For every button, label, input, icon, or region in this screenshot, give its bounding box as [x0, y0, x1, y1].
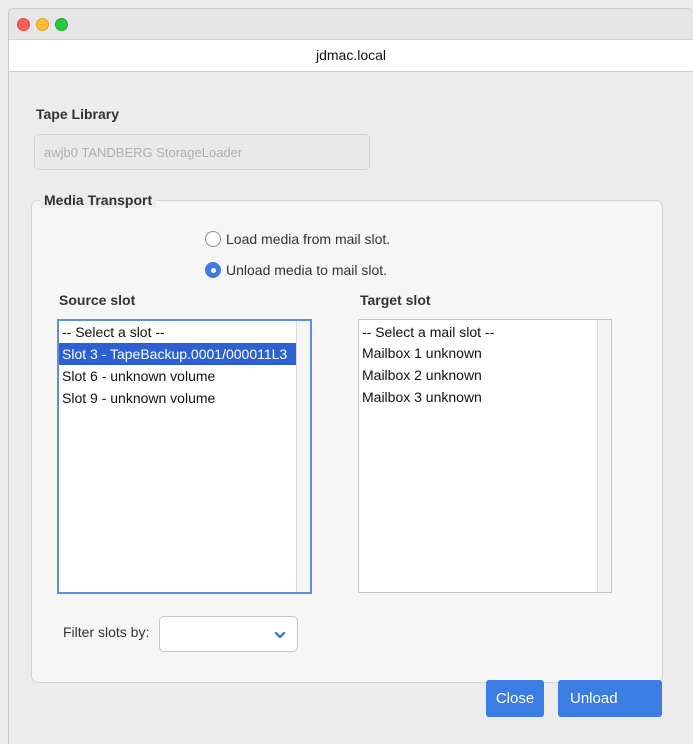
load-radio-label: Load media from mail slot.: [226, 231, 391, 247]
media-transport-legend: Media Transport: [40, 192, 157, 208]
filter-slots-select[interactable]: [159, 616, 298, 652]
list-item[interactable]: Mailbox 2 unknown: [359, 364, 611, 386]
tape-library-label: Tape Library: [36, 106, 119, 122]
zoom-window-button[interactable]: [55, 18, 68, 31]
target-slot-label: Target slot: [360, 292, 431, 308]
unload-radio[interactable]: [205, 262, 221, 278]
load-from-mail-slot-option[interactable]: Load media from mail slot.: [205, 231, 390, 247]
host-name: jdmac.local: [315, 47, 387, 63]
target-slot-list[interactable]: -- Select a mail slot -- Mailbox 1 unkno…: [358, 319, 612, 593]
source-slot-list[interactable]: -- Select a slot -- Slot 3 - TapeBackup.…: [57, 319, 312, 594]
unload-to-mail-slot-option[interactable]: Unload media to mail slot.: [205, 262, 387, 278]
source-list-scrollbar[interactable]: [296, 321, 310, 592]
unload-button[interactable]: Unload: [558, 680, 662, 717]
chevron-down-icon: [274, 631, 286, 639]
host-name-bar: jdmac.local: [9, 40, 693, 72]
list-item[interactable]: -- Select a slot --: [59, 321, 310, 343]
tape-library-field: awjb0 TANDBERG StorageLoader: [34, 134, 370, 170]
list-item[interactable]: -- Select a mail slot --: [359, 320, 611, 342]
title-bar: [9, 9, 693, 40]
list-item[interactable]: Slot 3 - TapeBackup.0001/000011L3: [59, 343, 296, 365]
close-window-button[interactable]: [17, 18, 30, 31]
unload-radio-label: Unload media to mail slot.: [226, 262, 388, 278]
source-slot-label: Source slot: [59, 292, 136, 308]
close-button[interactable]: Close: [486, 680, 544, 717]
dialog-window: jdmac.local Tape Library awjb0 TANDBERG …: [8, 8, 693, 744]
load-radio[interactable]: [205, 231, 221, 247]
list-item[interactable]: Slot 6 - unknown volume: [59, 365, 310, 387]
filter-label: Filter slots by:: [63, 624, 150, 640]
target-list-scrollbar[interactable]: [597, 320, 611, 592]
list-item[interactable]: Slot 9 - unknown volume: [59, 387, 310, 409]
minimize-window-button[interactable]: [36, 18, 49, 31]
list-item[interactable]: Mailbox 1 unknown: [359, 342, 611, 364]
list-item[interactable]: Mailbox 3 unknown: [359, 386, 611, 408]
